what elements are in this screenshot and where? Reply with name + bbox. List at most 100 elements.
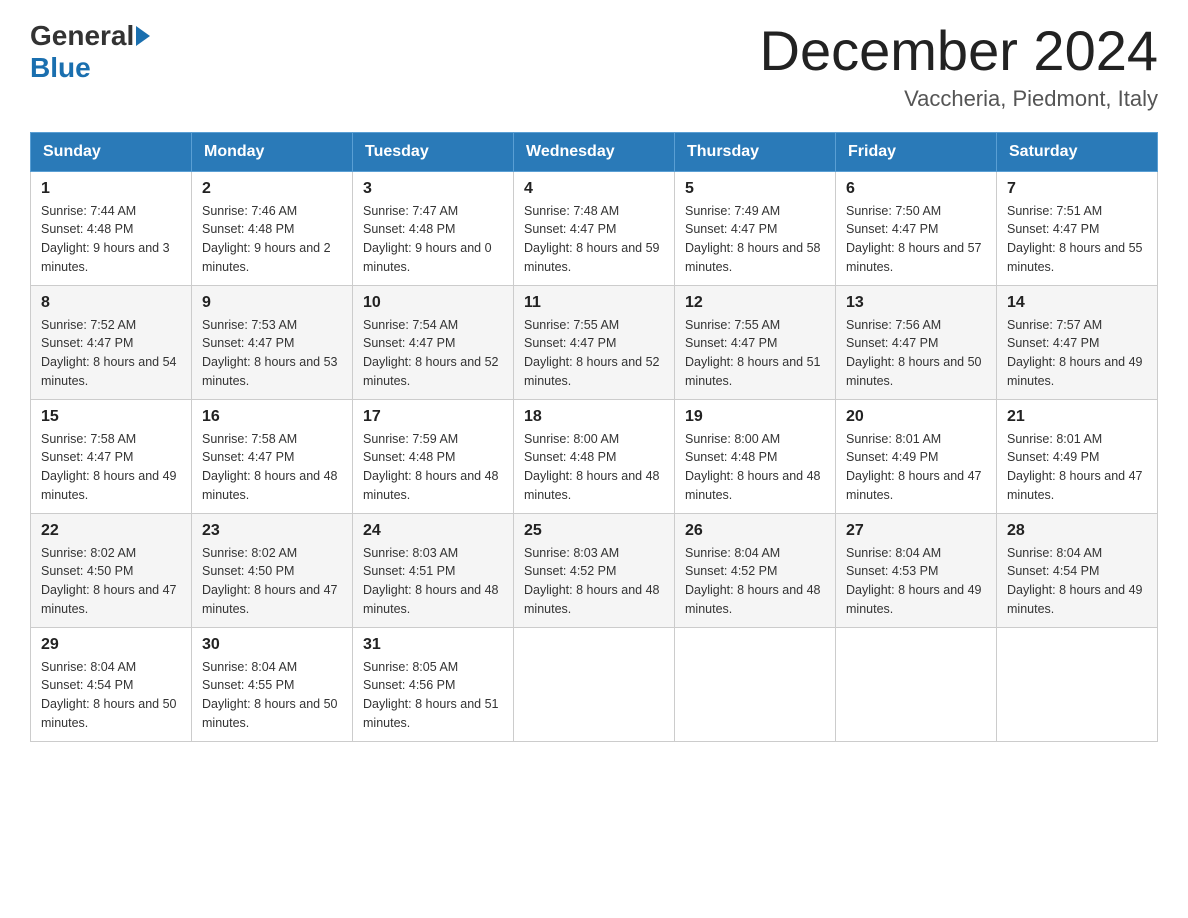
weekday-header-row: SundayMondayTuesdayWednesdayThursdayFrid… (31, 132, 1158, 171)
day-number: 18 (524, 408, 664, 426)
day-number: 2 (202, 180, 342, 198)
day-number: 25 (524, 522, 664, 540)
calendar-cell: 29 Sunrise: 8:04 AMSunset: 4:54 PMDaylig… (31, 627, 192, 741)
calendar-cell: 18 Sunrise: 8:00 AMSunset: 4:48 PMDaylig… (514, 399, 675, 513)
day-info: Sunrise: 7:58 AMSunset: 4:47 PMDaylight:… (202, 432, 338, 502)
day-number: 1 (41, 180, 181, 198)
calendar-table: SundayMondayTuesdayWednesdayThursdayFrid… (30, 132, 1158, 742)
day-info: Sunrise: 8:01 AMSunset: 4:49 PMDaylight:… (1007, 432, 1143, 502)
day-number: 12 (685, 294, 825, 312)
day-number: 24 (363, 522, 503, 540)
day-number: 4 (524, 180, 664, 198)
calendar-cell: 16 Sunrise: 7:58 AMSunset: 4:47 PMDaylig… (192, 399, 353, 513)
calendar-cell: 21 Sunrise: 8:01 AMSunset: 4:49 PMDaylig… (997, 399, 1158, 513)
calendar-week-row: 29 Sunrise: 8:04 AMSunset: 4:54 PMDaylig… (31, 627, 1158, 741)
day-info: Sunrise: 7:55 AMSunset: 4:47 PMDaylight:… (685, 318, 821, 388)
calendar-cell: 7 Sunrise: 7:51 AMSunset: 4:47 PMDayligh… (997, 171, 1158, 285)
calendar-cell: 27 Sunrise: 8:04 AMSunset: 4:53 PMDaylig… (836, 513, 997, 627)
day-info: Sunrise: 7:56 AMSunset: 4:47 PMDaylight:… (846, 318, 982, 388)
calendar-week-row: 15 Sunrise: 7:58 AMSunset: 4:47 PMDaylig… (31, 399, 1158, 513)
day-info: Sunrise: 7:57 AMSunset: 4:47 PMDaylight:… (1007, 318, 1143, 388)
day-info: Sunrise: 8:00 AMSunset: 4:48 PMDaylight:… (685, 432, 821, 502)
calendar-cell: 25 Sunrise: 8:03 AMSunset: 4:52 PMDaylig… (514, 513, 675, 627)
calendar-cell: 28 Sunrise: 8:04 AMSunset: 4:54 PMDaylig… (997, 513, 1158, 627)
title-block: December 2024 Vaccheria, Piedmont, Italy (760, 20, 1158, 112)
day-number: 5 (685, 180, 825, 198)
day-number: 26 (685, 522, 825, 540)
day-info: Sunrise: 7:53 AMSunset: 4:47 PMDaylight:… (202, 318, 338, 388)
day-number: 20 (846, 408, 986, 426)
day-number: 6 (846, 180, 986, 198)
day-info: Sunrise: 8:03 AMSunset: 4:52 PMDaylight:… (524, 546, 660, 616)
calendar-week-row: 8 Sunrise: 7:52 AMSunset: 4:47 PMDayligh… (31, 285, 1158, 399)
day-number: 31 (363, 636, 503, 654)
calendar-cell: 8 Sunrise: 7:52 AMSunset: 4:47 PMDayligh… (31, 285, 192, 399)
calendar-cell: 17 Sunrise: 7:59 AMSunset: 4:48 PMDaylig… (353, 399, 514, 513)
location-title: Vaccheria, Piedmont, Italy (760, 86, 1158, 112)
calendar-cell: 12 Sunrise: 7:55 AMSunset: 4:47 PMDaylig… (675, 285, 836, 399)
day-number: 11 (524, 294, 664, 312)
page-header: General Blue December 2024 Vaccheria, Pi… (30, 20, 1158, 112)
weekday-header-wednesday: Wednesday (514, 132, 675, 171)
weekday-header-monday: Monday (192, 132, 353, 171)
day-number: 29 (41, 636, 181, 654)
logo-triangle-icon (136, 26, 150, 46)
weekday-header-tuesday: Tuesday (353, 132, 514, 171)
day-number: 15 (41, 408, 181, 426)
day-number: 22 (41, 522, 181, 540)
calendar-cell: 11 Sunrise: 7:55 AMSunset: 4:47 PMDaylig… (514, 285, 675, 399)
calendar-cell: 14 Sunrise: 7:57 AMSunset: 4:47 PMDaylig… (997, 285, 1158, 399)
day-number: 3 (363, 180, 503, 198)
calendar-cell: 26 Sunrise: 8:04 AMSunset: 4:52 PMDaylig… (675, 513, 836, 627)
calendar-cell: 2 Sunrise: 7:46 AMSunset: 4:48 PMDayligh… (192, 171, 353, 285)
day-number: 16 (202, 408, 342, 426)
calendar-cell (836, 627, 997, 741)
calendar-cell: 4 Sunrise: 7:48 AMSunset: 4:47 PMDayligh… (514, 171, 675, 285)
calendar-cell: 6 Sunrise: 7:50 AMSunset: 4:47 PMDayligh… (836, 171, 997, 285)
day-info: Sunrise: 7:44 AMSunset: 4:48 PMDaylight:… (41, 204, 170, 274)
day-info: Sunrise: 8:02 AMSunset: 4:50 PMDaylight:… (41, 546, 177, 616)
calendar-cell: 13 Sunrise: 7:56 AMSunset: 4:47 PMDaylig… (836, 285, 997, 399)
day-info: Sunrise: 7:55 AMSunset: 4:47 PMDaylight:… (524, 318, 660, 388)
calendar-cell: 1 Sunrise: 7:44 AMSunset: 4:48 PMDayligh… (31, 171, 192, 285)
calendar-cell (997, 627, 1158, 741)
day-info: Sunrise: 8:00 AMSunset: 4:48 PMDaylight:… (524, 432, 660, 502)
day-number: 30 (202, 636, 342, 654)
day-number: 13 (846, 294, 986, 312)
logo-general-text: General (30, 20, 134, 52)
day-number: 27 (846, 522, 986, 540)
calendar-cell: 3 Sunrise: 7:47 AMSunset: 4:48 PMDayligh… (353, 171, 514, 285)
day-info: Sunrise: 7:54 AMSunset: 4:47 PMDaylight:… (363, 318, 499, 388)
day-number: 19 (685, 408, 825, 426)
day-info: Sunrise: 8:04 AMSunset: 4:52 PMDaylight:… (685, 546, 821, 616)
day-info: Sunrise: 8:05 AMSunset: 4:56 PMDaylight:… (363, 660, 499, 730)
calendar-cell: 15 Sunrise: 7:58 AMSunset: 4:47 PMDaylig… (31, 399, 192, 513)
day-info: Sunrise: 7:50 AMSunset: 4:47 PMDaylight:… (846, 204, 982, 274)
calendar-cell (514, 627, 675, 741)
day-number: 17 (363, 408, 503, 426)
day-number: 7 (1007, 180, 1147, 198)
day-info: Sunrise: 8:04 AMSunset: 4:55 PMDaylight:… (202, 660, 338, 730)
calendar-cell: 20 Sunrise: 8:01 AMSunset: 4:49 PMDaylig… (836, 399, 997, 513)
day-info: Sunrise: 7:49 AMSunset: 4:47 PMDaylight:… (685, 204, 821, 274)
day-info: Sunrise: 7:52 AMSunset: 4:47 PMDaylight:… (41, 318, 177, 388)
calendar-cell: 24 Sunrise: 8:03 AMSunset: 4:51 PMDaylig… (353, 513, 514, 627)
day-number: 8 (41, 294, 181, 312)
day-info: Sunrise: 7:46 AMSunset: 4:48 PMDaylight:… (202, 204, 331, 274)
day-info: Sunrise: 8:03 AMSunset: 4:51 PMDaylight:… (363, 546, 499, 616)
calendar-cell: 22 Sunrise: 8:02 AMSunset: 4:50 PMDaylig… (31, 513, 192, 627)
calendar-week-row: 1 Sunrise: 7:44 AMSunset: 4:48 PMDayligh… (31, 171, 1158, 285)
day-number: 14 (1007, 294, 1147, 312)
day-info: Sunrise: 8:04 AMSunset: 4:54 PMDaylight:… (41, 660, 177, 730)
calendar-cell: 30 Sunrise: 8:04 AMSunset: 4:55 PMDaylig… (192, 627, 353, 741)
calendar-cell (675, 627, 836, 741)
day-number: 23 (202, 522, 342, 540)
calendar-cell: 23 Sunrise: 8:02 AMSunset: 4:50 PMDaylig… (192, 513, 353, 627)
calendar-week-row: 22 Sunrise: 8:02 AMSunset: 4:50 PMDaylig… (31, 513, 1158, 627)
day-info: Sunrise: 8:04 AMSunset: 4:53 PMDaylight:… (846, 546, 982, 616)
day-info: Sunrise: 7:51 AMSunset: 4:47 PMDaylight:… (1007, 204, 1143, 274)
calendar-cell: 31 Sunrise: 8:05 AMSunset: 4:56 PMDaylig… (353, 627, 514, 741)
logo-blue-text: Blue (30, 52, 91, 84)
day-info: Sunrise: 7:47 AMSunset: 4:48 PMDaylight:… (363, 204, 492, 274)
day-info: Sunrise: 7:48 AMSunset: 4:47 PMDaylight:… (524, 204, 660, 274)
